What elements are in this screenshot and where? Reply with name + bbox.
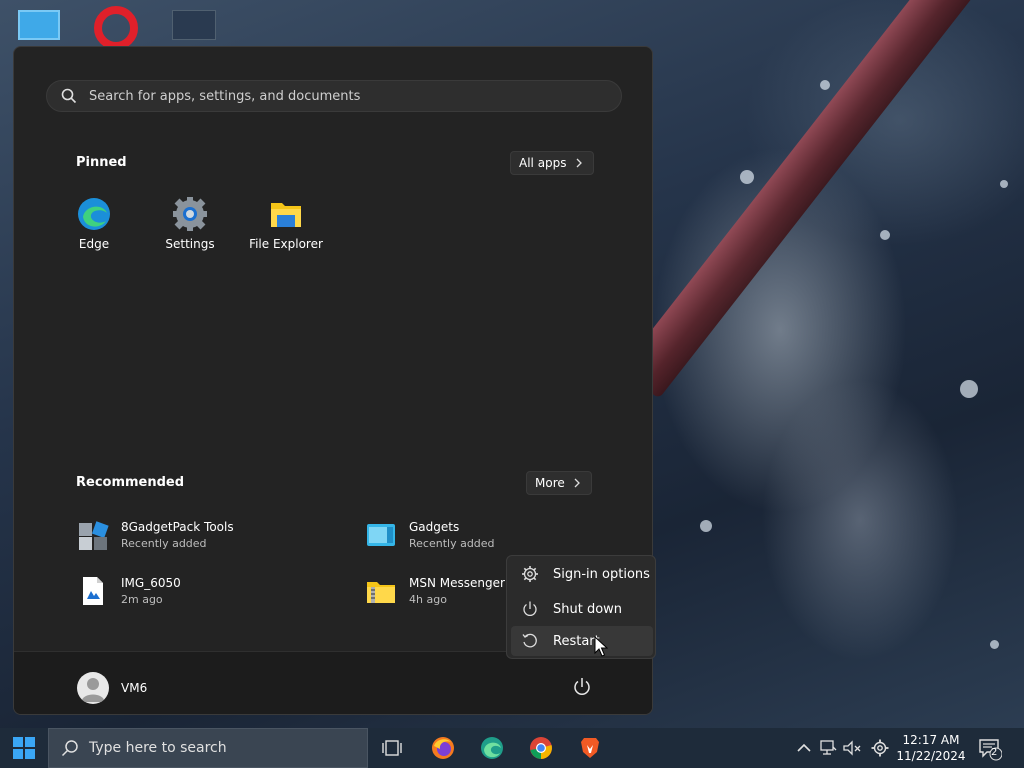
recommended-item-name: Gadgets — [409, 520, 460, 534]
start-button[interactable] — [12, 736, 36, 760]
search-placeholder: Search for apps, settings, and documents — [89, 88, 361, 104]
recommended-item-name: 8GadgetPack Tools — [121, 520, 234, 534]
all-apps-label: All apps — [519, 156, 567, 170]
recommended-item-name: IMG_6050 — [121, 576, 181, 590]
notification-center-button[interactable]: 2 — [978, 737, 1003, 761]
recommended-item-name: MSN Messenger — [409, 576, 505, 590]
clock-time: 12:17 AM — [902, 733, 960, 747]
pinned-title: Pinned — [76, 155, 127, 170]
edge-icon — [77, 197, 111, 231]
recommended-item-sub: 4h ago — [409, 593, 447, 606]
gear-icon — [871, 739, 889, 757]
recommended-title: Recommended — [76, 475, 185, 490]
taskbar-search[interactable]: Type here to search — [48, 728, 368, 768]
snowflake — [990, 640, 999, 649]
pinned-app-label: Settings — [165, 237, 215, 251]
task-view-button[interactable] — [380, 736, 404, 760]
chevron-right-icon — [576, 158, 582, 168]
recommended-item-img6050[interactable]: IMG_6050 2m ago — [77, 575, 181, 607]
snowflake — [880, 230, 890, 240]
power-menu-shut-down[interactable]: Shut down — [511, 594, 653, 624]
power-menu-label: Sign-in options — [553, 566, 650, 582]
gadgetpack-icon — [77, 519, 109, 551]
notification-icon — [979, 739, 1003, 761]
recommended-item-sub: 2m ago — [121, 593, 163, 606]
volume-muted-icon — [843, 740, 861, 756]
power-button[interactable] — [571, 676, 593, 698]
taskbar-firefox[interactable] — [431, 736, 455, 760]
taskbar-clock[interactable]: 12:17 AM 11/22/2024 — [896, 732, 966, 764]
taskbar-chrome[interactable] — [529, 736, 553, 760]
snowflake — [820, 80, 830, 90]
edge-icon — [481, 737, 503, 759]
power-menu-label: Restart — [553, 633, 600, 649]
recommended-item-8gadgetpack[interactable]: 8GadgetPack Tools Recently added — [77, 519, 234, 551]
pinned-app-file-explorer[interactable]: File Explorer — [246, 197, 326, 251]
recommended-item-msn-messenger[interactable]: MSN Messenger 4h ago — [365, 575, 505, 607]
windows-logo-icon — [13, 737, 35, 759]
start-search-box[interactable]: Search for apps, settings, and documents — [46, 80, 622, 112]
network-icon — [820, 740, 837, 755]
start-menu-footer: VM6 — [14, 651, 652, 714]
recommended-item-gadgets[interactable]: Gadgets Recently added — [365, 519, 495, 551]
image-file-icon — [77, 575, 109, 607]
gadgets-icon — [365, 519, 397, 551]
chevron-up-icon — [797, 743, 811, 752]
power-menu: Sign-in options Shut down Restart — [506, 555, 656, 659]
mouse-cursor — [594, 635, 609, 662]
taskbar-search-placeholder: Type here to search — [89, 740, 227, 756]
snowflake — [1000, 180, 1008, 188]
pinned-app-edge[interactable]: Edge — [54, 197, 134, 251]
tray-overflow-button[interactable] — [794, 738, 814, 758]
desktop-icon-game[interactable] — [172, 10, 216, 44]
user-icon — [81, 678, 105, 702]
taskbar-brave[interactable] — [578, 736, 602, 760]
power-icon — [523, 601, 537, 616]
user-name[interactable]: VM6 — [121, 681, 147, 695]
restart-icon — [522, 633, 537, 648]
more-label: More — [535, 476, 565, 490]
wallpaper-blade — [621, 0, 980, 399]
recommended-item-sub: Recently added — [121, 537, 207, 550]
all-apps-button[interactable]: All apps — [510, 151, 594, 175]
notification-count: 2 — [991, 747, 998, 758]
pinned-app-label: Edge — [78, 237, 110, 251]
user-avatar[interactable] — [77, 672, 109, 704]
tray-network[interactable] — [818, 738, 838, 758]
desktop-icon-monitor[interactable] — [18, 10, 62, 44]
power-menu-restart[interactable]: Restart — [511, 626, 653, 656]
more-button[interactable]: More — [526, 471, 592, 495]
desktop-icon-opera[interactable] — [94, 6, 138, 50]
task-view-icon — [382, 740, 402, 756]
chevron-right-icon — [574, 478, 580, 488]
recommended-item-sub: Recently added — [409, 537, 495, 550]
tray-volume[interactable] — [842, 738, 862, 758]
search-icon — [61, 740, 78, 757]
gear-icon — [522, 566, 538, 582]
power-menu-sign-in-options[interactable]: Sign-in options — [511, 559, 653, 589]
pinned-app-settings[interactable]: Settings — [150, 197, 230, 251]
clock-date: 11/22/2024 — [896, 749, 966, 763]
search-icon — [61, 88, 77, 104]
power-icon — [574, 678, 590, 695]
firefox-icon — [432, 737, 454, 759]
power-menu-label: Shut down — [553, 601, 623, 617]
zip-folder-icon — [365, 575, 397, 607]
snowflake — [700, 520, 712, 532]
taskbar-edge[interactable] — [480, 736, 504, 760]
snowflake — [740, 170, 754, 184]
settings-gear-icon — [173, 197, 207, 231]
snowflake — [960, 380, 978, 398]
chrome-icon — [530, 737, 552, 759]
tray-settings[interactable] — [870, 738, 890, 758]
taskbar: Type here to search 12:17 AM 11/22/2024 … — [0, 728, 1024, 768]
folder-icon — [269, 197, 303, 231]
brave-icon — [581, 738, 599, 758]
pinned-app-label: File Explorer — [249, 237, 323, 251]
